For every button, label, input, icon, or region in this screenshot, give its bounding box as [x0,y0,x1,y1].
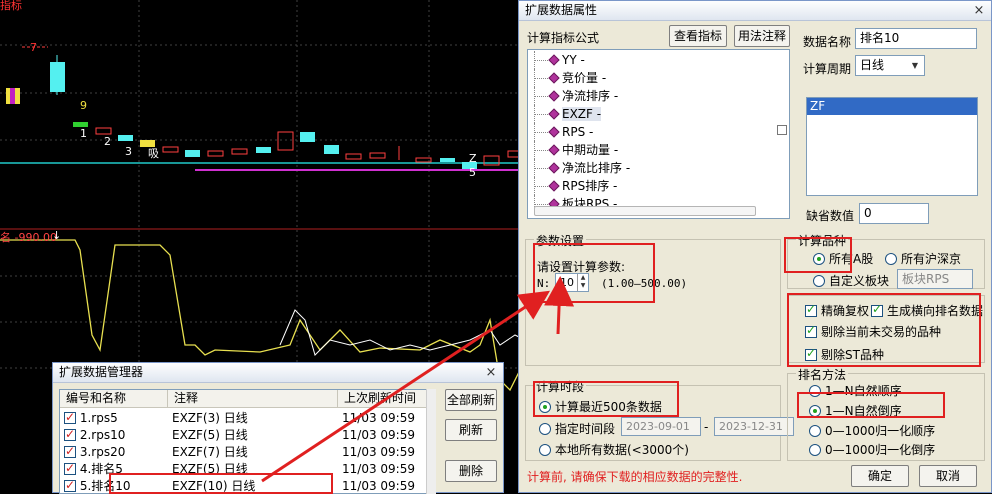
annotation-arrows [261,276,575,483]
